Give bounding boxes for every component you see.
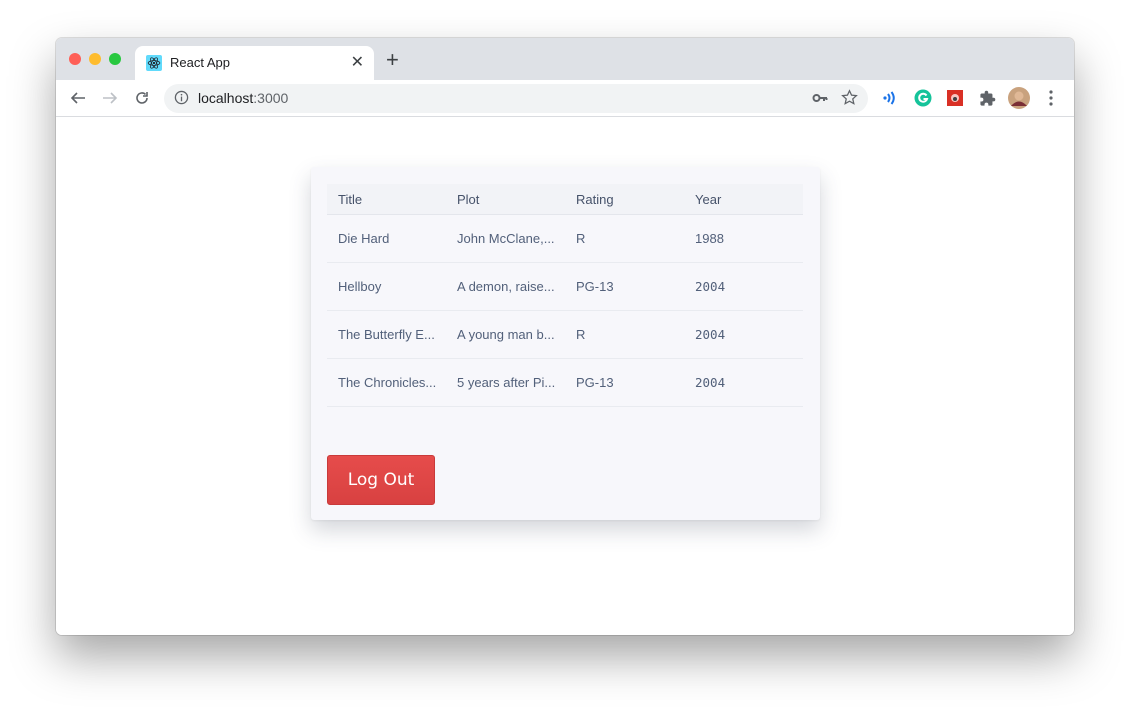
cell-rating: PG-13 xyxy=(576,279,614,294)
address-bar[interactable]: localhost:3000 xyxy=(164,84,868,113)
arrow-right-icon[interactable] xyxy=(99,87,121,109)
url-host: localhost xyxy=(198,90,254,106)
cell-title: Hellboy xyxy=(338,279,382,294)
movies-table: Title Plot Rating Year Die Hard John McC… xyxy=(327,184,803,407)
close-window-button[interactable] xyxy=(69,53,81,65)
cell-plot: A young man b... xyxy=(457,327,555,342)
maximize-window-button[interactable] xyxy=(109,53,121,65)
page-viewport: Title Plot Rating Year Die Hard John McC… xyxy=(56,117,1074,635)
new-tab-button[interactable]: + xyxy=(386,49,399,71)
table-row[interactable]: The Butterfly E... A young man b... R 20… xyxy=(327,311,803,359)
cell-plot: A demon, raise... xyxy=(457,279,555,294)
table-row[interactable]: Hellboy A demon, raise... PG-13 2004 xyxy=(327,263,803,311)
puzzle-extensions-icon[interactable] xyxy=(977,88,997,108)
profile-avatar[interactable] xyxy=(1008,87,1030,109)
browser-tab[interactable]: React App ✕ xyxy=(135,46,374,80)
cell-year: 2004 xyxy=(695,375,726,390)
close-icon[interactable]: ✕ xyxy=(351,52,364,72)
cell-title: The Chronicles... xyxy=(338,375,437,390)
wave-extension-icon[interactable] xyxy=(880,88,900,108)
tab-strip: React App ✕ + xyxy=(56,38,1074,80)
cell-plot: 5 years after Pi... xyxy=(457,375,556,390)
reload-icon[interactable] xyxy=(131,87,153,109)
star-icon[interactable] xyxy=(841,89,858,111)
cell-plot: John McClane,... xyxy=(457,231,555,246)
cell-title: Die Hard xyxy=(338,231,390,246)
cell-title: The Butterfly E... xyxy=(338,327,435,342)
table-row[interactable]: Die Hard John McClane,... R 1988 xyxy=(327,215,803,263)
cell-year: 2004 xyxy=(695,327,726,342)
key-icon[interactable] xyxy=(812,90,828,111)
cell-rating: PG-13 xyxy=(576,375,614,390)
url-port: :3000 xyxy=(253,90,289,106)
column-header-title[interactable]: Title xyxy=(327,184,446,214)
kebab-menu-icon[interactable] xyxy=(1041,88,1061,108)
column-header-year[interactable]: Year xyxy=(684,184,803,214)
grammarly-icon[interactable] xyxy=(913,88,933,108)
url-text[interactable]: localhost:3000 xyxy=(198,90,288,106)
column-header-rating[interactable]: Rating xyxy=(565,184,684,214)
column-header-plot[interactable]: Plot xyxy=(446,184,565,214)
table-row[interactable]: The Chronicles... 5 years after Pi... PG… xyxy=(327,359,803,407)
cell-rating: R xyxy=(576,231,586,246)
cell-rating: R xyxy=(576,327,586,342)
table-header: Title Plot Rating Year xyxy=(327,184,803,215)
info-icon[interactable] xyxy=(174,90,189,110)
browser-window: React App ✕ + localhost:3000 Title Plot … xyxy=(56,38,1074,635)
movies-card: Title Plot Rating Year Die Hard John McC… xyxy=(311,167,820,520)
logout-button[interactable]: Log Out xyxy=(327,455,435,505)
red-extension-icon[interactable] xyxy=(945,88,965,108)
cell-year: 2004 xyxy=(695,279,726,294)
browser-toolbar: localhost:3000 xyxy=(56,80,1074,117)
tab-title: React App xyxy=(170,55,230,70)
arrow-left-icon[interactable] xyxy=(67,87,89,109)
react-logo-icon xyxy=(146,55,162,71)
cell-year: 1988 xyxy=(695,231,724,246)
minimize-window-button[interactable] xyxy=(89,53,101,65)
